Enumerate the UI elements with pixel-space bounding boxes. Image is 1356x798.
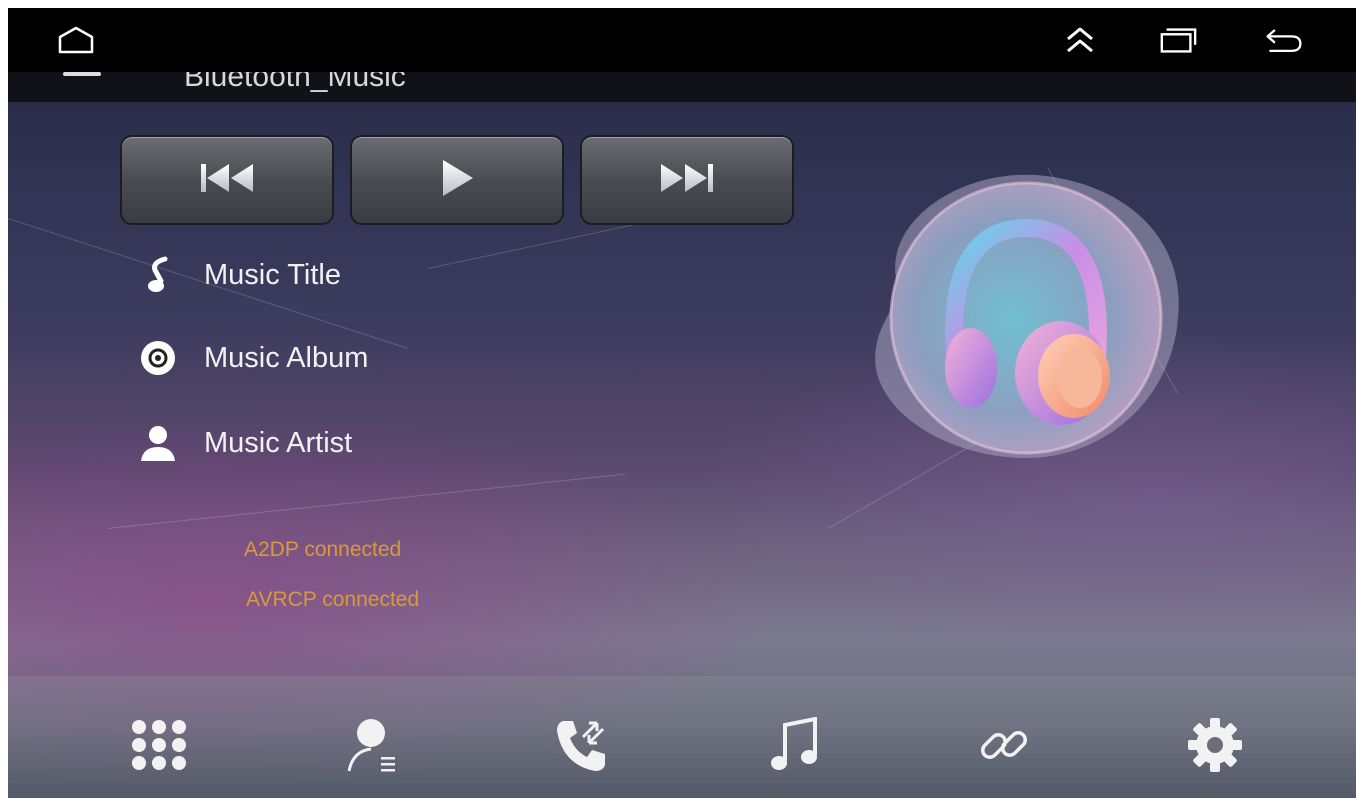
music-album: Music Album	[204, 341, 369, 374]
previous-button[interactable]	[120, 135, 334, 225]
skip-previous-icon	[197, 160, 257, 201]
call-log-button[interactable]	[548, 712, 618, 782]
contacts-button[interactable]	[338, 712, 408, 782]
link-button[interactable]	[970, 712, 1040, 782]
music-title-row: Music Title	[136, 250, 341, 300]
expand-up-icon[interactable]	[1060, 20, 1100, 60]
music-button[interactable]	[760, 712, 830, 782]
person-icon	[136, 421, 180, 465]
call-log-icon	[553, 715, 613, 780]
play-button[interactable]	[350, 135, 564, 225]
a2dp-status: A2DP connected	[244, 538, 402, 561]
app-bar: Bluetooth_Music	[8, 72, 1356, 102]
menu-icon[interactable]	[63, 72, 101, 76]
play-icon	[437, 158, 477, 203]
background-streak	[107, 473, 626, 529]
music-album-row: Music Album	[136, 333, 368, 383]
headphones-artwork	[856, 158, 1196, 488]
settings-icon	[1186, 716, 1244, 779]
dialpad-button[interactable]	[124, 712, 194, 782]
bluetooth-music-screen: Bluetooth_Music Music Title Music Album …	[8, 8, 1356, 798]
music-icon	[769, 716, 821, 778]
link-icon	[977, 717, 1033, 778]
back-icon[interactable]	[1264, 20, 1304, 60]
recent-apps-icon[interactable]	[1158, 20, 1198, 60]
disc-icon	[136, 336, 180, 380]
avrcp-status: AVRCP connected	[246, 588, 420, 611]
skip-next-icon	[657, 160, 717, 201]
music-note-icon	[136, 253, 180, 297]
settings-button[interactable]	[1180, 712, 1250, 782]
home-icon[interactable]	[56, 20, 96, 60]
bottom-navigation	[8, 676, 1356, 798]
music-artist-row: Music Artist	[136, 418, 352, 468]
music-artist: Music Artist	[204, 426, 353, 459]
music-title: Music Title	[204, 258, 341, 291]
next-button[interactable]	[580, 135, 794, 225]
contacts-icon	[343, 715, 403, 780]
dialpad-icon	[129, 719, 189, 776]
system-bar	[8, 8, 1356, 72]
app-title: Bluetooth_Music	[184, 72, 406, 93]
